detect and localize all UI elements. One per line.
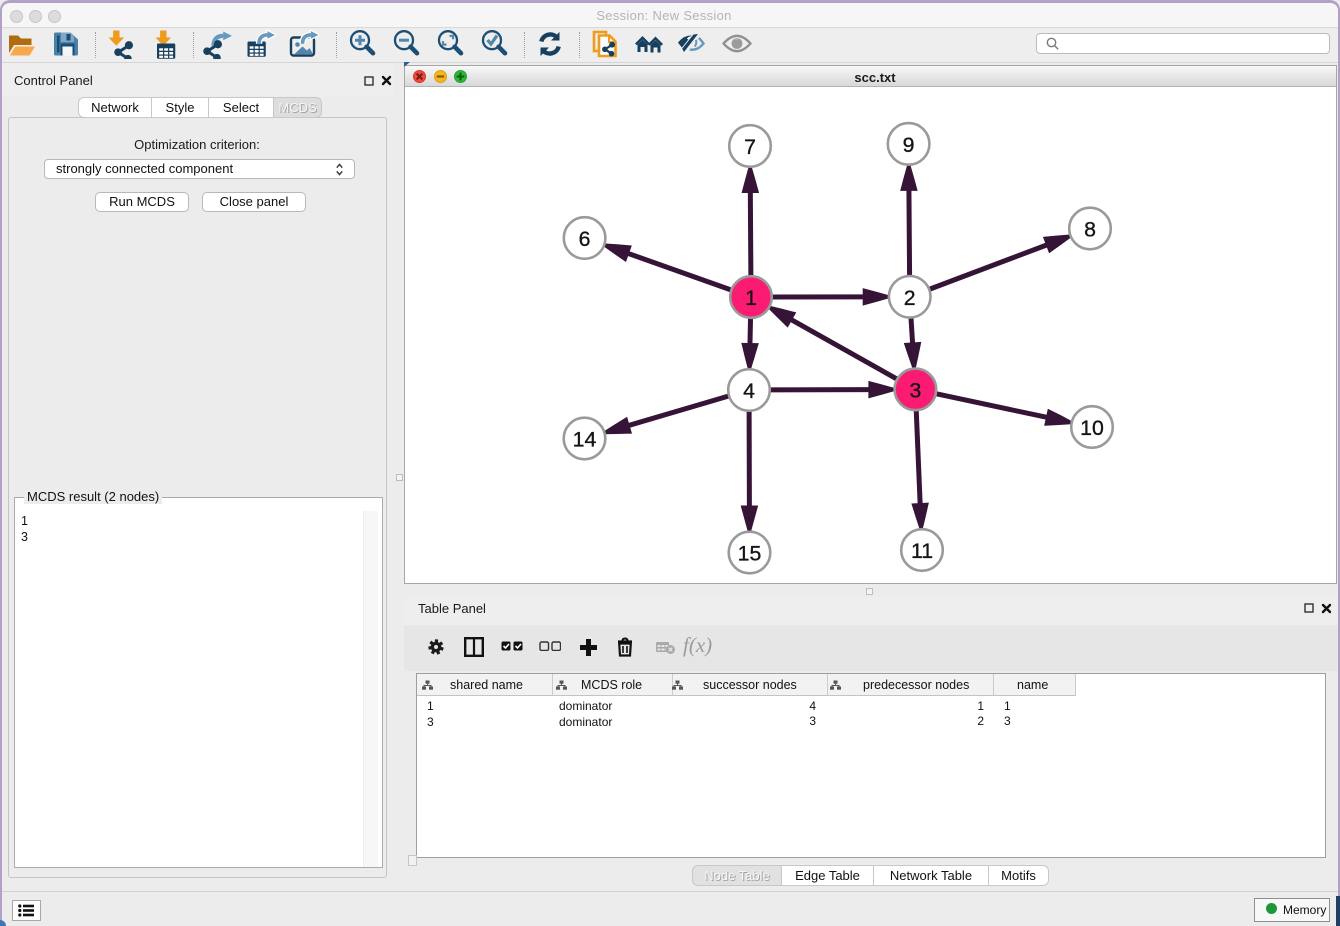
svg-text:3: 3 xyxy=(909,378,921,402)
svg-text:1: 1 xyxy=(745,286,757,310)
svg-text:8: 8 xyxy=(1084,218,1096,242)
svg-text:4: 4 xyxy=(743,379,755,403)
svg-text:f(x): f(x) xyxy=(683,636,712,657)
svg-text:10: 10 xyxy=(1080,416,1104,440)
svg-text:15: 15 xyxy=(738,542,762,566)
svg-text:2: 2 xyxy=(904,286,916,310)
svg-text:11: 11 xyxy=(911,539,933,563)
svg-text:7: 7 xyxy=(744,135,756,159)
svg-text:9: 9 xyxy=(903,133,915,157)
svg-text:14: 14 xyxy=(573,428,597,452)
svg-text:6: 6 xyxy=(579,227,591,251)
